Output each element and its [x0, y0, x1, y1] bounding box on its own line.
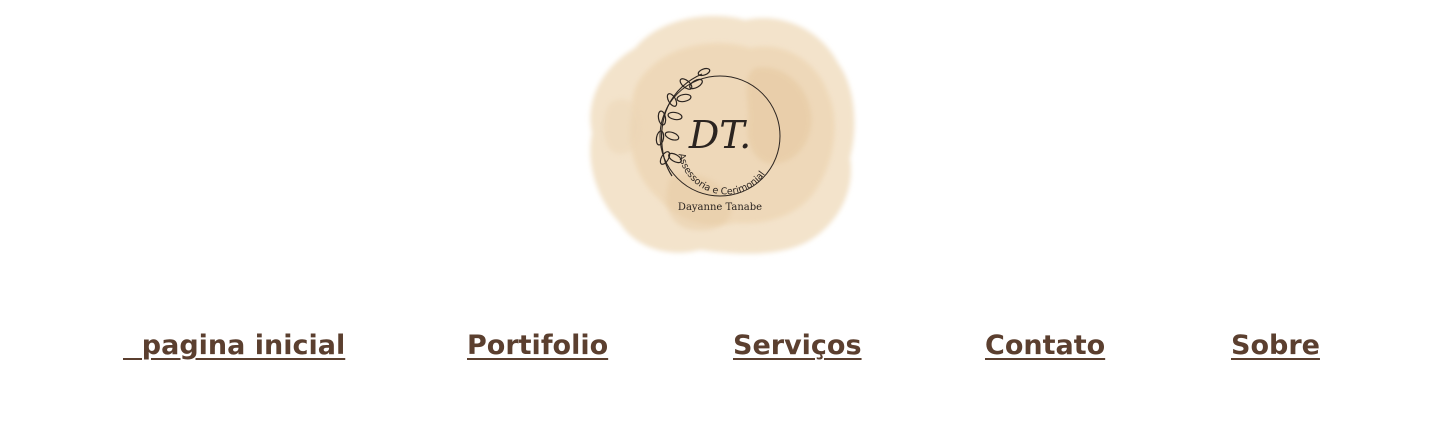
nav-link-portifolio[interactable]: Portifolio	[467, 322, 608, 370]
logo-monogram: DT.	[688, 113, 751, 157]
site-logo[interactable]: DT. Assessoria e Cerimonial Dayanne Tana…	[580, 8, 860, 260]
nav-link-sobre[interactable]: Sobre	[1231, 322, 1320, 370]
logo-graphic: DT. Assessoria e Cerimonial Dayanne Tana…	[590, 15, 855, 254]
nav-link-contato[interactable]: Contato	[985, 322, 1105, 370]
nav-link-pagina-inicial[interactable]: pagina inicial	[123, 322, 345, 370]
logo-name: Dayanne Tanabe	[678, 202, 762, 213]
main-navigation: pagina inicial Portifolio Serviços Conta…	[0, 322, 1440, 372]
nav-link-servicos[interactable]: Serviços	[733, 322, 862, 370]
